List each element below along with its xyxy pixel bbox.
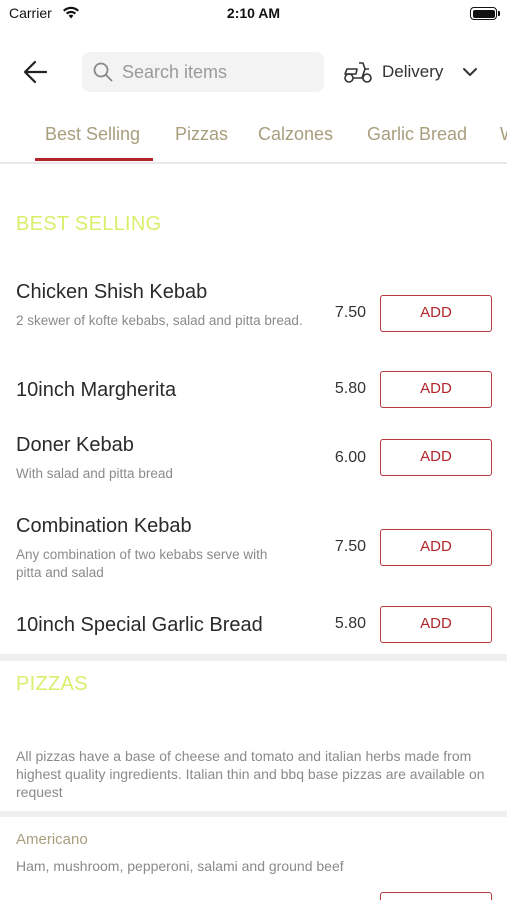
search-box[interactable]: [82, 52, 324, 92]
item-description: 2 skewer of kofte kebabs, salad and pitt…: [16, 313, 303, 328]
clock: 2:10 AM: [226, 5, 281, 21]
search-icon: [93, 62, 113, 82]
add-button[interactable]: [380, 892, 492, 900]
category-tabs: Best Selling Pizzas Calzones Garlic Brea…: [0, 112, 507, 164]
delivery-label: Delivery: [382, 62, 444, 81]
item-name: 10inch Special Garlic Bread: [16, 614, 263, 636]
scooter-icon: [344, 62, 372, 83]
item-name: 10inch Margherita: [16, 379, 177, 401]
section-title-best-selling: BEST SELLING: [16, 213, 162, 235]
back-button[interactable]: [18, 55, 54, 89]
add-button[interactable]: ADD: [380, 439, 492, 476]
item-price: 5.80: [334, 380, 366, 397]
item-name: Combination Kebab: [16, 515, 192, 537]
item-name: Doner Kebab: [16, 434, 134, 456]
item-description: Ham, mushroom, pepperoni, salami and gro…: [16, 858, 344, 874]
chevron-down-icon: [463, 68, 477, 76]
item-name: Chicken Shish Kebab: [16, 281, 208, 303]
item-price: 5.80: [334, 615, 366, 632]
arrow-left-icon: [23, 60, 48, 84]
item-price: 6.00: [334, 449, 366, 466]
section-divider: [0, 654, 507, 661]
section-divider: [0, 811, 507, 817]
tab-next-partial[interactable]: W: [500, 124, 507, 145]
tab-calzones[interactable]: Calzones: [258, 124, 333, 145]
delivery-mode-select[interactable]: Delivery: [340, 54, 490, 90]
add-button[interactable]: ADD: [380, 606, 492, 643]
search-input[interactable]: [122, 52, 317, 92]
tab-best-selling[interactable]: Best Selling: [45, 124, 140, 145]
add-button[interactable]: ADD: [380, 529, 492, 566]
item-description: Any combination of two kebabs serve with…: [16, 547, 268, 580]
status-bar: Carrier 2:10 AM: [0, 0, 507, 28]
tab-pizzas[interactable]: Pizzas: [175, 124, 228, 145]
item-name: Americano: [16, 831, 88, 848]
add-button[interactable]: ADD: [380, 371, 492, 408]
item-description: With salad and pitta bread: [16, 466, 173, 481]
section-title-pizzas: PIZZAS: [16, 673, 88, 695]
item-price: 7.50: [334, 304, 366, 321]
add-button[interactable]: ADD: [380, 295, 492, 332]
battery-icon: [470, 7, 500, 20]
item-price: 7.50: [334, 538, 366, 555]
active-tab-indicator: [35, 158, 153, 161]
section-note: All pizzas have a base of cheese and tom…: [16, 748, 485, 800]
tab-garlic-bread[interactable]: Garlic Bread: [367, 124, 467, 145]
